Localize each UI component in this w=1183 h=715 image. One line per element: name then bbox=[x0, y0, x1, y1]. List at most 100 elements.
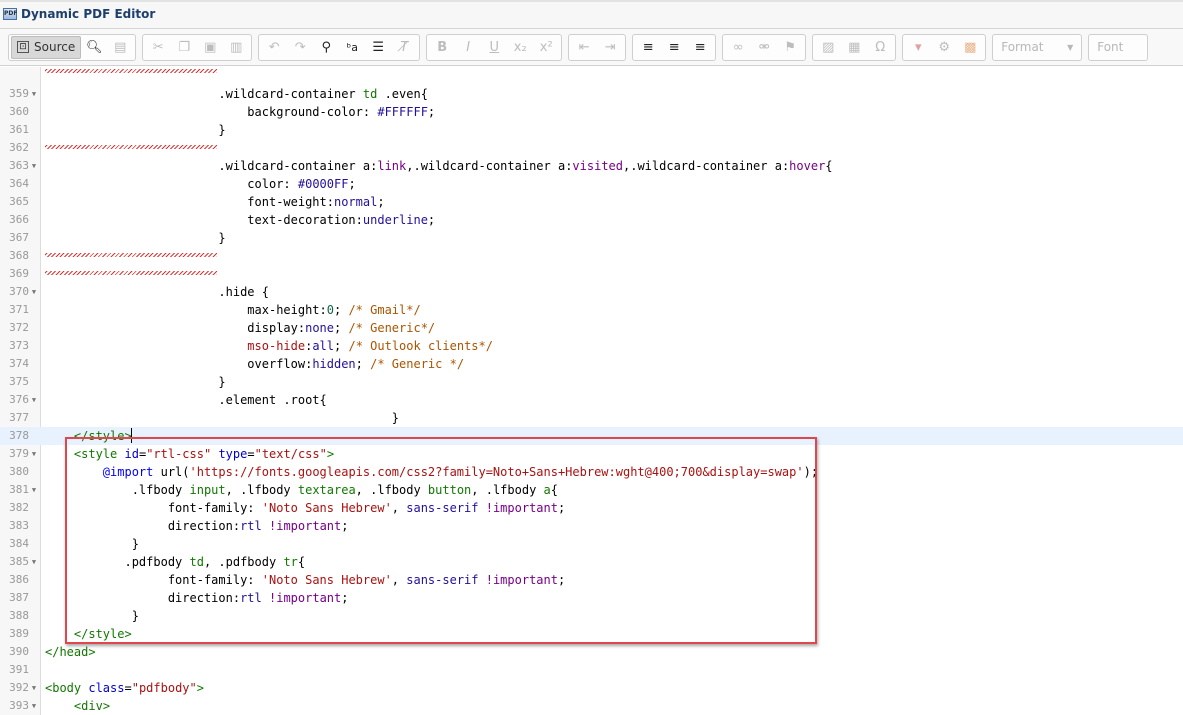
font-select[interactable]: Font bbox=[1088, 33, 1149, 61]
code-text: .wildcard-container td .even{ bbox=[45, 87, 428, 101]
code-text: .hide { bbox=[45, 285, 269, 299]
bold-icon[interactable]: B bbox=[429, 36, 455, 59]
code-line[interactable]: 371 max-height:0; /* Gmail*/ bbox=[0, 301, 1183, 319]
fold-arrow-icon[interactable]: ▼ bbox=[30, 481, 38, 499]
settings-icon[interactable]: ⚙ bbox=[931, 36, 957, 59]
line-number: 370 bbox=[9, 285, 29, 298]
fold-arrow-icon[interactable]: ▼ bbox=[30, 391, 38, 409]
error-squiggle bbox=[45, 271, 217, 275]
fold-arrow-icon[interactable]: ▼ bbox=[30, 157, 38, 175]
remove-format-icon[interactable]: T̸ bbox=[391, 36, 417, 59]
line-number: 371 bbox=[9, 303, 29, 316]
anchor-icon[interactable]: ⚑ bbox=[777, 36, 803, 59]
code-line[interactable]: 359 ▼ .wildcard-container td .even{ bbox=[0, 85, 1183, 103]
code-line[interactable]: 364 color: #0000FF; bbox=[0, 175, 1183, 193]
indent-group: ⇤ ⇥ bbox=[568, 33, 627, 61]
paste-icon[interactable]: ▣ bbox=[197, 36, 223, 59]
code-line[interactable]: 391 bbox=[0, 661, 1183, 679]
align-left-icon[interactable]: ≡ bbox=[635, 36, 661, 59]
fold-arrow-icon[interactable]: ▼ bbox=[30, 679, 38, 697]
code-text: mso-hide:all; /* Outlook clients*/ bbox=[247, 339, 493, 353]
code-line[interactable]: 384 } bbox=[0, 535, 1183, 553]
code-line[interactable]: 366 text-decoration:underline; bbox=[0, 211, 1183, 229]
source-button[interactable]: ⊡ Source bbox=[11, 35, 82, 59]
line-number: 366 bbox=[9, 213, 29, 226]
replace-icon[interactable]: ᵇa bbox=[339, 36, 365, 59]
table-icon[interactable]: ▦ bbox=[841, 36, 867, 59]
underline-icon[interactable]: U bbox=[481, 36, 507, 59]
code-line[interactable]: 379 ▼ <style id="rtl-css" type="text/css"… bbox=[0, 445, 1183, 463]
code-line[interactable] bbox=[0, 67, 1183, 85]
line-number: 363 bbox=[9, 159, 29, 172]
superscript-icon[interactable]: x² bbox=[533, 36, 559, 59]
preview-icon[interactable]: 🔍︎ bbox=[81, 36, 107, 59]
window-top-border bbox=[0, 0, 1183, 2]
code-line[interactable]: 372 display:none; /* Generic*/ bbox=[0, 319, 1183, 337]
clipboard-group: ✂ ❐ ▣ ▥ bbox=[142, 33, 253, 61]
fold-arrow-icon[interactable]: ▼ bbox=[30, 553, 38, 571]
code-line[interactable]: 377 } bbox=[0, 409, 1183, 427]
fold-arrow-icon[interactable]: ▼ bbox=[30, 445, 38, 463]
placeholder-icon[interactable]: ▾ bbox=[905, 36, 931, 59]
code-line[interactable]: 367 } bbox=[0, 229, 1183, 247]
code-line[interactable]: 376 ▼ .element .root{ bbox=[0, 391, 1183, 409]
code-line[interactable]: 393 ▼ <div> bbox=[0, 697, 1183, 715]
unlink-icon[interactable]: ⚮ bbox=[751, 36, 777, 59]
code-line[interactable]: 387 direction:rtl !important; bbox=[0, 589, 1183, 607]
cut-icon[interactable]: ✂ bbox=[145, 36, 171, 59]
fold-arrow-icon[interactable]: ▼ bbox=[30, 283, 38, 301]
code-line[interactable]: 369 bbox=[0, 265, 1183, 283]
italic-icon[interactable]: I bbox=[455, 36, 481, 59]
code-line[interactable]: 385 ▼ .pdfbody td, .pdfbody tr{ bbox=[0, 553, 1183, 571]
templates-icon[interactable]: ▤ bbox=[107, 36, 133, 59]
increase-indent-icon[interactable]: ⇥ bbox=[597, 36, 623, 59]
undo-icon[interactable]: ↶ bbox=[261, 36, 287, 59]
code-line[interactable]: 373 mso-hide:all; /* Outlook clients*/ bbox=[0, 337, 1183, 355]
code-line[interactable]: 381 ▼ .lfbody input, .lfbody textarea, .l… bbox=[0, 481, 1183, 499]
code-line[interactable]: 383 direction:rtl !important; bbox=[0, 517, 1183, 535]
code-line[interactable]: 370 ▼ .hide { bbox=[0, 283, 1183, 301]
code-line[interactable]: 388 } bbox=[0, 607, 1183, 625]
code-line[interactable]: 390 </head> bbox=[0, 643, 1183, 661]
source-code-editor[interactable]: 359 ▼ .wildcard-container td .even{360 ba… bbox=[0, 67, 1183, 715]
paste-text-icon[interactable]: ▥ bbox=[223, 36, 249, 59]
code-text: } bbox=[45, 123, 226, 137]
fold-arrow-icon[interactable]: ▼ bbox=[30, 85, 38, 103]
code-line[interactable]: 378 </style> bbox=[0, 427, 1183, 445]
code-line[interactable]: 386 font-family: 'Noto Sans Hebrew', san… bbox=[0, 571, 1183, 589]
code-line[interactable]: 389 </style> bbox=[0, 625, 1183, 643]
code-text: @import url('https://fonts.googleapis.co… bbox=[102, 465, 819, 479]
find-icon[interactable]: ⚲ bbox=[313, 36, 339, 59]
copy-icon[interactable]: ❐ bbox=[171, 36, 197, 59]
align-right-icon[interactable]: ≡ bbox=[687, 36, 713, 59]
insert-image-icon[interactable]: ▩ bbox=[957, 36, 983, 59]
fold-arrow-icon[interactable]: ▼ bbox=[30, 697, 38, 715]
source-icon: ⊡ bbox=[17, 41, 29, 53]
code-line[interactable]: 368 bbox=[0, 247, 1183, 265]
code-line[interactable]: 363 ▼ .wildcard-container a:link,.wildcar… bbox=[0, 157, 1183, 175]
select-all-icon[interactable]: ☰ bbox=[365, 36, 391, 59]
code-line[interactable]: 375 } bbox=[0, 373, 1183, 391]
subscript-icon[interactable]: x₂ bbox=[507, 36, 533, 59]
code-line[interactable]: 362 bbox=[0, 139, 1183, 157]
code-line[interactable]: 382 font-family: 'Noto Sans Hebrew', san… bbox=[0, 499, 1183, 517]
align-center-icon[interactable]: ≡ bbox=[661, 36, 687, 59]
line-number: 361 bbox=[9, 123, 29, 136]
format-select[interactable]: Format ▼ bbox=[992, 33, 1083, 61]
code-line[interactable]: 361 } bbox=[0, 121, 1183, 139]
code-line[interactable]: 374 overflow:hidden; /* Generic */ bbox=[0, 355, 1183, 373]
redo-icon[interactable]: ↷ bbox=[287, 36, 313, 59]
line-number: 368 bbox=[9, 249, 29, 262]
line-number: 373 bbox=[9, 339, 29, 352]
image-icon[interactable]: ▨ bbox=[815, 36, 841, 59]
code-line[interactable]: 392 ▼ <body class="pdfbody"> bbox=[0, 679, 1183, 697]
font-select-label: Font bbox=[1097, 40, 1124, 54]
code-text: font-weight:normal; bbox=[45, 195, 385, 209]
special-char-icon[interactable]: Ω bbox=[867, 36, 893, 59]
decrease-indent-icon[interactable]: ⇤ bbox=[571, 36, 597, 59]
link-icon[interactable]: ∞ bbox=[725, 36, 751, 59]
code-line[interactable]: 380 @import url('https://fonts.googleapi… bbox=[0, 463, 1183, 481]
code-line[interactable]: 360 background-color: #FFFFFF; bbox=[0, 103, 1183, 121]
code-line[interactable]: 365 font-weight:normal; bbox=[0, 193, 1183, 211]
pdf-icon: PDF bbox=[3, 8, 17, 20]
